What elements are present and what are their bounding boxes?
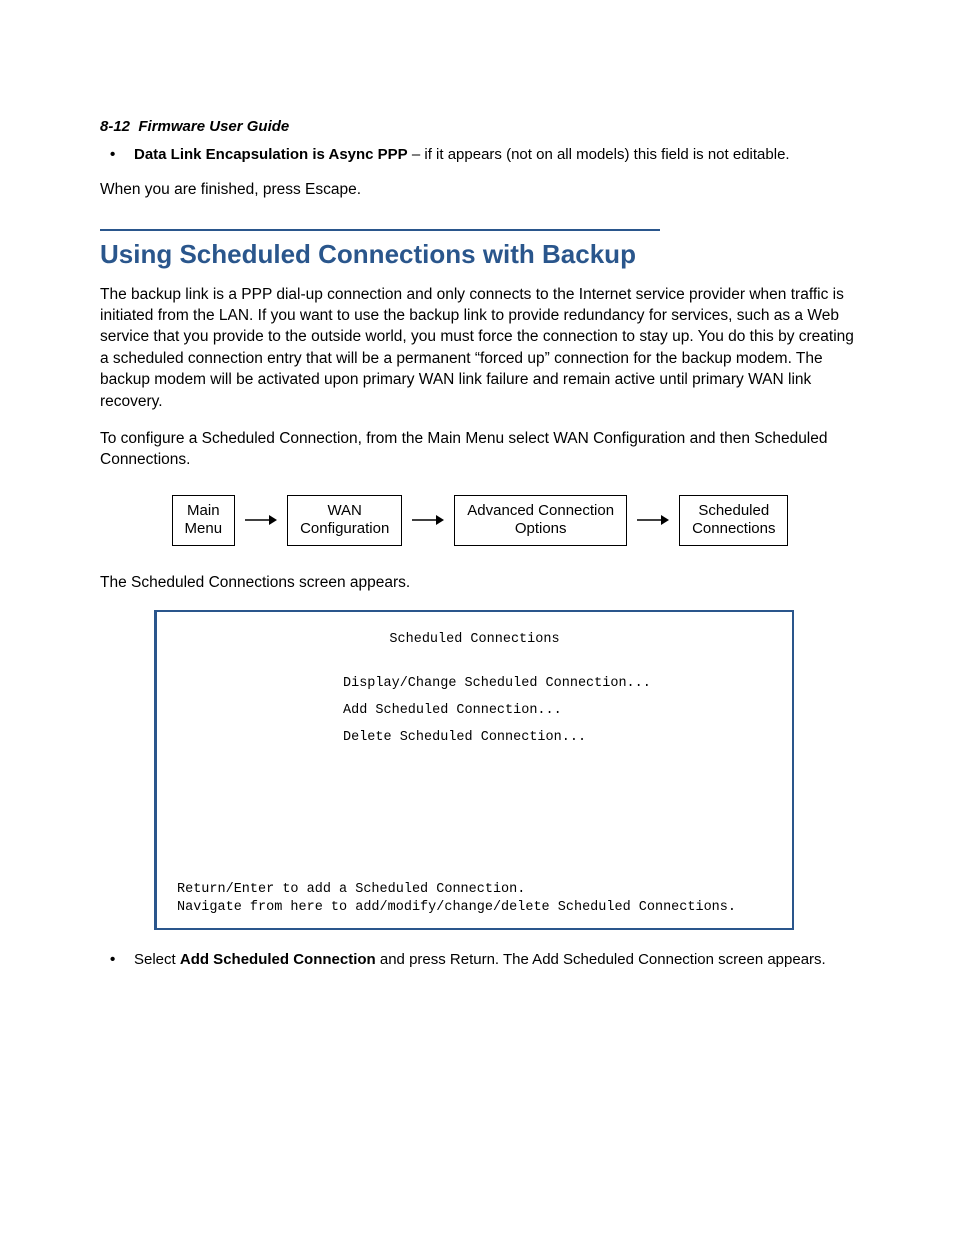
arrow-icon — [412, 513, 444, 527]
flow-box-advanced-options: Advanced Connection Options — [454, 495, 627, 547]
bullet-icon: • — [100, 950, 134, 970]
bullet-pre: Select — [134, 951, 180, 968]
para-backup-description: The backup link is a PPP dial-up connect… — [100, 284, 860, 412]
terminal-footer-line: Navigate from here to add/modify/change/… — [177, 899, 778, 917]
terminal-footer: Return/Enter to add a Scheduled Connecti… — [177, 881, 778, 917]
page: 8-12 Firmware User Guide • Data Link Enc… — [0, 0, 954, 1235]
bullet-select-add: • Select Add Scheduled Connection and pr… — [100, 950, 860, 970]
bullet-icon: • — [100, 145, 134, 165]
nav-flow-diagram: Main Menu WAN Configuration Advanced Con… — [100, 495, 860, 547]
flow-box-scheduled-connections: Scheduled Connections — [679, 495, 788, 547]
bullet-data-link: • Data Link Encapsulation is Async PPP –… — [100, 145, 860, 165]
section-heading: Using Scheduled Connections with Backup — [100, 239, 860, 270]
terminal-footer-line: Return/Enter to add a Scheduled Connecti… — [177, 881, 778, 899]
bullet-bold: Data Link Encapsulation is Async PPP — [134, 146, 408, 163]
page-number: 8-12 — [100, 118, 130, 135]
terminal-menu-item: Display/Change Scheduled Connection... — [343, 674, 778, 695]
section-rule — [100, 229, 660, 231]
flow-box-main-menu: Main Menu — [172, 495, 236, 547]
para-finished-escape: When you are finished, press Escape. — [100, 179, 860, 200]
bullet-bold: Add Scheduled Connection — [180, 951, 376, 968]
bullet-text: Data Link Encapsulation is Async PPP – i… — [134, 145, 790, 165]
para-screen-appears: The Scheduled Connections screen appears… — [100, 572, 860, 593]
terminal-menu-item: Delete Scheduled Connection... — [343, 728, 778, 749]
running-header: 8-12 Firmware User Guide — [100, 118, 860, 135]
flow-box-wan-config: WAN Configuration — [287, 495, 402, 547]
para-configure-instruction: To configure a Scheduled Connection, fro… — [100, 428, 860, 471]
terminal-menu-item: Add Scheduled Connection... — [343, 701, 778, 722]
arrow-icon — [637, 513, 669, 527]
bullet-text: Select Add Scheduled Connection and pres… — [134, 950, 826, 970]
arrow-icon — [245, 513, 277, 527]
bullet-post: and press Return. The Add Scheduled Conn… — [376, 951, 826, 968]
terminal-screenshot: Scheduled Connections Display/Change Sch… — [154, 610, 794, 930]
bullet-rest: – if it appears (not on all models) this… — [408, 146, 790, 163]
doc-title: Firmware User Guide — [138, 118, 289, 135]
terminal-title: Scheduled Connections — [171, 630, 778, 651]
